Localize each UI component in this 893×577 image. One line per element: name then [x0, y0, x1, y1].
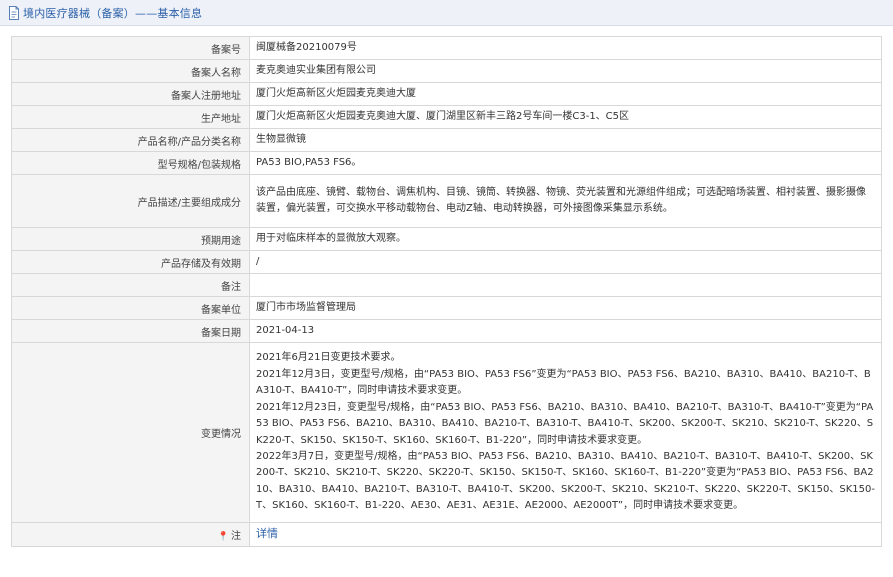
- row-remarks: 备注: [11, 273, 882, 297]
- row-product-name: 产品名称/产品分类名称 生物显微镜: [11, 128, 882, 152]
- field-label: 备案日期: [11, 319, 250, 343]
- row-intended-use: 预期用途 用于对临床样本的显微放大观察。: [11, 227, 882, 251]
- field-label: 型号规格/包装规格: [11, 151, 250, 175]
- change-entry: 2022年3月7日，变更型号/规格，由“PA53 BIO、PA53 FS6、BA…: [256, 450, 876, 512]
- field-value: 厦门市市场监督管理局: [249, 296, 882, 320]
- field-value: 麦克奥迪实业集团有限公司: [249, 59, 882, 83]
- row-record-number: 备案号 闽厦械备20210079号: [11, 36, 882, 60]
- row-note: 📍 注 详情: [11, 522, 882, 547]
- field-value: PA53 BIO,PA53 FS6。: [249, 151, 882, 175]
- field-value: 2021-04-13: [249, 319, 882, 343]
- field-value: /: [249, 250, 882, 274]
- row-production-address: 生产地址 厦门火炬高新区火炬园麦克奥迪大厦、厦门湖里区新丰三路2号车间一楼C3-…: [11, 105, 882, 129]
- note-label: 注: [231, 531, 241, 542]
- field-value: 厦门火炬高新区火炬园麦克奥迪大厦: [249, 82, 882, 106]
- page-header: 境内医疗器械（备案）——基本信息: [0, 0, 893, 26]
- row-product-description: 产品描述/主要组成成分 该产品由底座、镜臂、载物台、调焦机构、目镜、镜筒、转换器…: [11, 174, 882, 228]
- field-label: 备案单位: [11, 296, 250, 320]
- field-label: 备案人注册地址: [11, 82, 250, 106]
- page-title: 境内医疗器械（备案）——基本信息: [23, 6, 203, 20]
- field-value: 厦门火炬高新区火炬园麦克奥迪大厦、厦门湖里区新丰三路2号车间一楼C3-1、C5区: [249, 105, 882, 129]
- details-link[interactable]: 详情: [256, 527, 278, 540]
- field-label: 备案人名称: [11, 59, 250, 83]
- info-table: 备案号 闽厦械备20210079号 备案人名称 麦克奥迪实业集团有限公司 备案人…: [11, 36, 882, 547]
- change-entry: 2021年12月23日，变更型号/规格，由“PA53 BIO、PA53 FS6、…: [256, 401, 874, 446]
- field-label: 产品名称/产品分类名称: [11, 128, 250, 152]
- pin-icon: 📍: [217, 532, 229, 542]
- field-value: 2021年6月21日变更技术要求。 2021年12月3日，变更型号/规格，由“P…: [249, 342, 882, 523]
- field-value: [249, 273, 882, 297]
- field-value: 用于对临床样本的显微放大观察。: [249, 227, 882, 251]
- document-icon: [9, 5, 19, 20]
- field-label: 备案号: [11, 36, 250, 60]
- change-entry: 2021年12月3日，变更型号/规格，由“PA53 BIO、PA53 FS6”变…: [256, 368, 871, 397]
- field-value: 生物显微镜: [249, 128, 882, 152]
- change-entry: 2021年6月21日变更技术要求。: [256, 352, 401, 364]
- row-applicant-name: 备案人名称 麦克奥迪实业集团有限公司: [11, 59, 882, 83]
- field-value: 详情: [249, 522, 882, 547]
- field-label: 备注: [11, 273, 250, 297]
- field-label: 📍 注: [11, 522, 250, 547]
- row-model-spec: 型号规格/包装规格 PA53 BIO,PA53 FS6。: [11, 151, 882, 175]
- field-value: 闽厦械备20210079号: [249, 36, 882, 60]
- row-storage-validity: 产品存储及有效期 /: [11, 250, 882, 274]
- field-label: 预期用途: [11, 227, 250, 251]
- field-label: 产品描述/主要组成成分: [11, 174, 250, 228]
- row-change-history: 变更情况 2021年6月21日变更技术要求。 2021年12月3日，变更型号/规…: [11, 342, 882, 523]
- field-label: 生产地址: [11, 105, 250, 129]
- row-applicant-address: 备案人注册地址 厦门火炬高新区火炬园麦克奥迪大厦: [11, 82, 882, 106]
- row-record-authority: 备案单位 厦门市市场监督管理局: [11, 296, 882, 320]
- field-label: 变更情况: [11, 342, 250, 523]
- field-value: 该产品由底座、镜臂、载物台、调焦机构、目镜、镜筒、转换器、物镜、荧光装置和光源组…: [249, 174, 882, 228]
- row-record-date: 备案日期 2021-04-13: [11, 319, 882, 343]
- field-label: 产品存储及有效期: [11, 250, 250, 274]
